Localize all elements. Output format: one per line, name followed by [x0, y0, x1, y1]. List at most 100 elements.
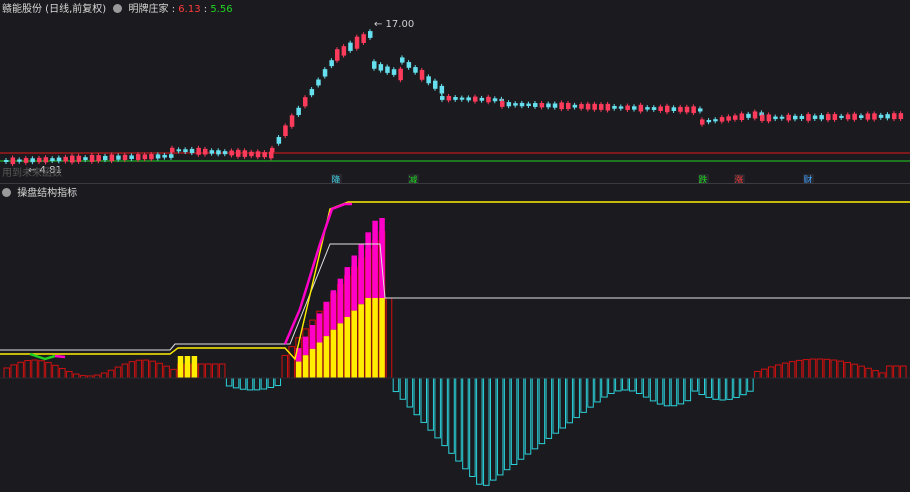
histogram-bar-negative — [698, 377, 705, 396]
yellow-bar — [372, 298, 378, 378]
candle-down — [572, 104, 578, 108]
signal-tag: 涨 — [734, 175, 743, 183]
candle-down — [885, 114, 890, 119]
histogram-bar-positive — [73, 373, 80, 379]
histogram-bar-positive — [802, 359, 810, 379]
candle-down — [50, 158, 55, 162]
candle-up — [486, 96, 491, 103]
histogram-bar-negative — [726, 377, 733, 400]
histogram-bar-negative — [712, 377, 719, 400]
histogram-bar-negative — [476, 377, 483, 485]
candle-up — [96, 155, 101, 162]
price-chart-header: 赣能股份 (日线,前复权) 明牌庄家 : 6.13 : 5.56 — [2, 4, 233, 15]
candle-up — [283, 125, 288, 136]
histogram-bar-positive — [149, 360, 156, 379]
candle-down — [812, 115, 818, 119]
indicator-toggle-icon[interactable] — [113, 4, 123, 13]
histogram-bar-positive — [754, 370, 761, 379]
histogram-bar-positive — [142, 359, 149, 379]
candle-down — [439, 85, 445, 94]
candle-down — [779, 116, 785, 119]
candle-up — [43, 157, 49, 163]
histogram-bar-positive — [66, 371, 73, 379]
yellow-bar — [309, 348, 316, 378]
price-chart-panel[interactable]: ← 17.00 ← 4.81 用到未来函数降减跌涨财 赣能股份 (日线,前复权) 明… — [0, 0, 910, 183]
histogram-bar-negative — [448, 377, 455, 454]
structure-line-green — [29, 352, 56, 361]
candle-down — [155, 154, 161, 159]
candle-down — [189, 148, 195, 154]
indicator-chart-svg[interactable] — [0, 184, 910, 492]
magenta-bar — [330, 290, 337, 330]
candle-down — [839, 115, 844, 118]
candle-down — [799, 115, 805, 119]
candle-down — [533, 103, 538, 107]
histogram-bar-positive — [114, 366, 122, 379]
candle-up — [242, 150, 248, 157]
candle-up — [354, 36, 360, 49]
indicator-chart-panel[interactable]: 操盘结构指标 — [0, 184, 910, 492]
histogram-bar-positive — [837, 360, 844, 379]
candle-down — [116, 155, 121, 160]
candle-down — [216, 150, 221, 155]
yellow-bar — [379, 298, 385, 378]
histogram-bar-positive — [135, 359, 143, 379]
candle-up — [398, 68, 403, 81]
candle-up — [196, 147, 201, 155]
histogram-bar-positive — [31, 359, 38, 379]
histogram-bar-positive — [768, 366, 775, 379]
histogram-bar-positive — [45, 362, 52, 379]
histogram-bar-negative — [566, 377, 573, 424]
candle-down — [385, 66, 390, 73]
candle-down — [698, 108, 703, 112]
candle-down — [209, 150, 215, 154]
histogram-bar-negative — [427, 377, 434, 431]
histogram-bar-positive — [281, 354, 288, 379]
histogram-bar-negative — [490, 377, 497, 481]
candle-up — [872, 113, 877, 120]
histogram-bar-negative — [469, 377, 476, 477]
candle-up — [170, 147, 175, 153]
histogram-bar-positive — [218, 363, 226, 379]
candle-down — [466, 97, 471, 101]
histogram-bar-negative — [684, 377, 692, 402]
candle-down — [513, 103, 518, 106]
indicator-title: 操盘结构指标 — [17, 188, 78, 199]
yellow-bar — [351, 310, 357, 378]
candle-up — [733, 115, 738, 120]
candle-down — [413, 67, 418, 73]
price-chart-svg[interactable]: ← 17.00← 4.81用到未来函数降减跌涨财 — [0, 0, 910, 183]
histogram-bar-negative — [225, 377, 233, 387]
indicator-value-green: 5.56 — [210, 4, 233, 15]
magenta-bar — [309, 325, 316, 349]
candle-down — [129, 155, 134, 160]
candle-up — [76, 155, 82, 162]
histogram-bar-negative — [420, 377, 427, 423]
candle-up — [786, 114, 791, 121]
histogram-bar-positive — [205, 363, 212, 379]
histogram-bar-negative — [608, 377, 615, 394]
candle-up — [684, 106, 690, 113]
yellow-bar — [295, 361, 302, 378]
histogram-bar-positive — [886, 365, 893, 379]
histogram-bar-negative — [434, 377, 441, 439]
candle-up — [500, 101, 505, 107]
candle-down — [492, 98, 498, 102]
candle-up — [262, 152, 267, 158]
histogram-bar-positive — [761, 368, 768, 379]
candle-down — [453, 97, 458, 100]
candle-up — [203, 148, 208, 155]
histogram-bar-positive — [788, 361, 796, 379]
histogram-bar-negative — [635, 377, 643, 395]
histogram-bar-negative — [594, 377, 601, 403]
histogram-bar-negative — [496, 377, 504, 476]
candle-down — [426, 76, 431, 84]
histogram-bar-negative — [615, 377, 622, 392]
candle-down — [400, 57, 405, 63]
candle-up — [361, 34, 366, 43]
histogram-bar-negative — [406, 377, 414, 408]
magenta-bar — [351, 255, 357, 311]
candle-down — [183, 149, 188, 153]
indicator-toggle-icon[interactable] — [2, 188, 11, 197]
histogram-bar-positive — [198, 363, 205, 379]
